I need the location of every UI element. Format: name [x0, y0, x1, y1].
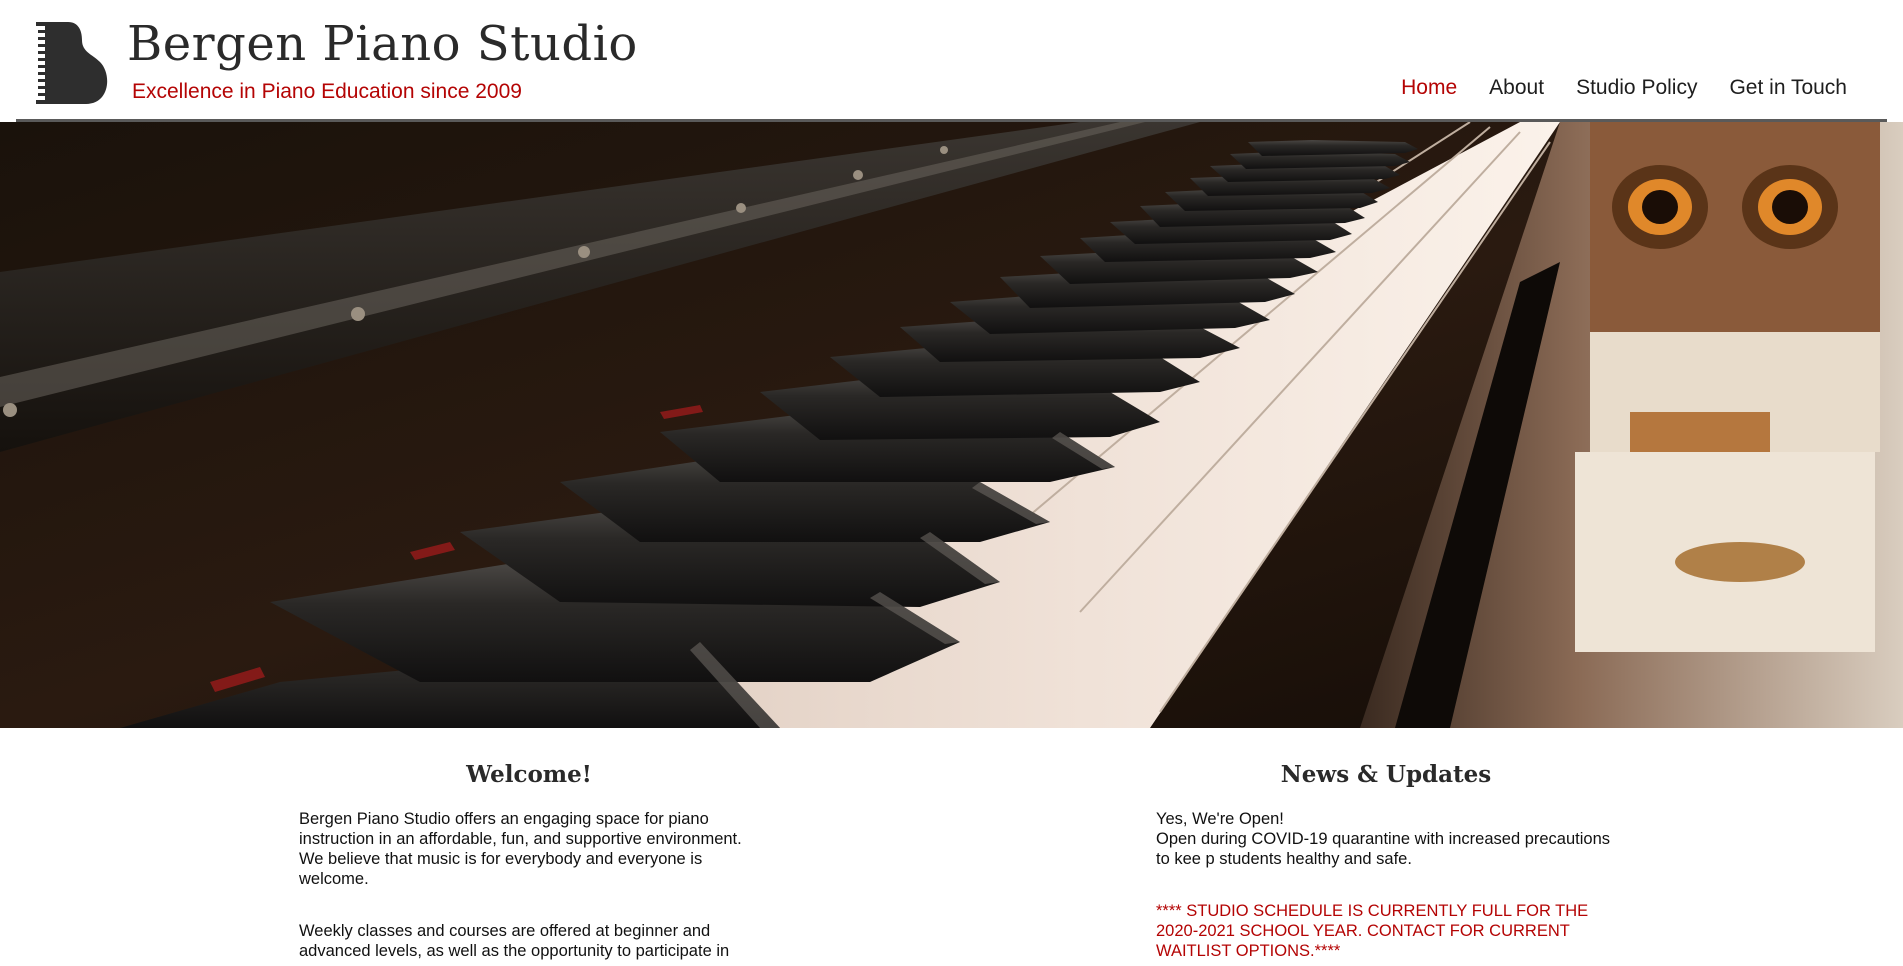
main-nav: Home About Studio Policy Get in Touch	[1401, 76, 1847, 100]
news-item: Yes, We're Open! Open during COVID-19 qu…	[1156, 809, 1616, 869]
site-title[interactable]: Bergen Piano Studio	[127, 18, 638, 71]
nav-get-in-touch-link[interactable]: Get in Touch	[1729, 76, 1847, 100]
welcome-section: Welcome! Bergen Piano Studio offers an e…	[299, 760, 759, 961]
schedule-full-alert: **** STUDIO SCHEDULE IS CURRENTLY FULL F…	[1156, 901, 1589, 960]
news-open-detail: Open during COVID-19 quarantine with inc…	[1156, 829, 1611, 868]
grand-piano-logo-icon[interactable]	[34, 22, 110, 104]
news-heading: News & Updates	[1280, 761, 1492, 788]
news-open-title: Yes, We're Open!	[1156, 809, 1284, 828]
nav-about-link[interactable]: About	[1489, 76, 1544, 100]
site-tagline: Excellence in Piano Education since 2009	[132, 80, 522, 103]
welcome-paragraph-1: Bergen Piano Studio offers an engaging s…	[299, 809, 742, 888]
owl-picture	[1575, 122, 1880, 652]
welcome-paragraph-2: Weekly classes and courses are offered a…	[299, 921, 730, 960]
nav-home-link[interactable]: Home	[1401, 76, 1457, 100]
news-section: News & Updates Yes, We're Open! Open dur…	[1156, 760, 1616, 961]
welcome-heading: Welcome!	[466, 761, 592, 788]
hero-piano-image	[0, 122, 1903, 728]
nav-studio-policy-link[interactable]: Studio Policy	[1576, 76, 1697, 100]
site-header: Bergen Piano Studio Excellence in Piano …	[0, 0, 1903, 122]
